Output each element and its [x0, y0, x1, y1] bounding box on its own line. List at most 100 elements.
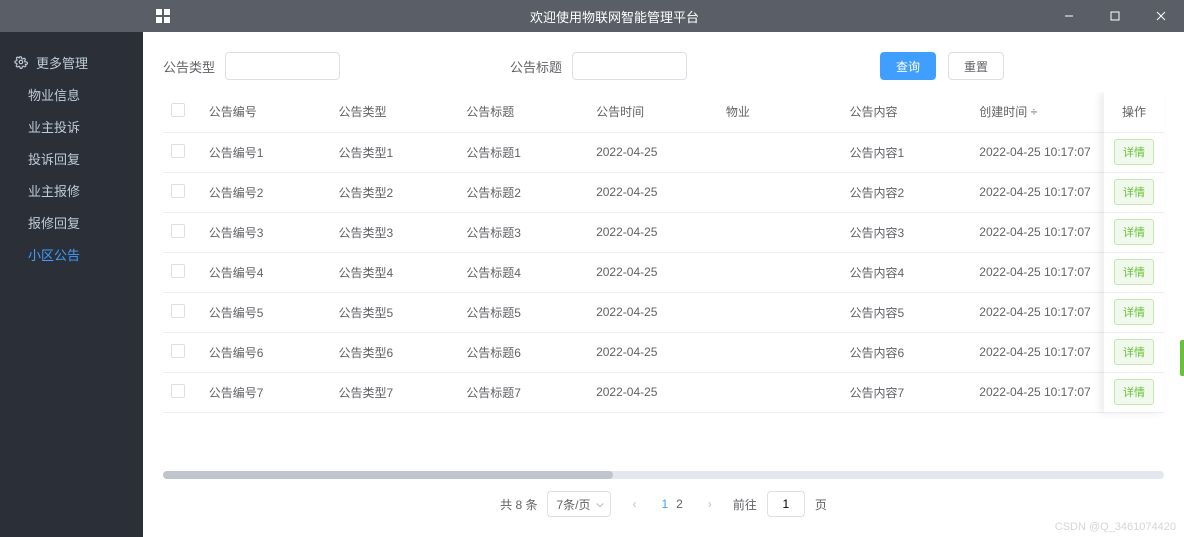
page-next[interactable]: ›: [697, 491, 723, 517]
maximize-button[interactable]: [1092, 0, 1138, 32]
page-size-select[interactable]: 7条/页: [547, 491, 611, 517]
goto-prefix: 前往: [733, 496, 757, 513]
row-checkbox[interactable]: [171, 264, 185, 278]
gear-icon: [14, 55, 28, 69]
cell-time: 2022-04-25: [588, 292, 718, 332]
cell-type: 公告类型3: [331, 212, 459, 252]
row-checkbox[interactable]: [171, 184, 185, 198]
sidebar-item[interactable]: 投诉回复: [0, 142, 143, 174]
filter-type-input[interactable]: [225, 52, 340, 80]
table-row: 公告编号3 公告类型3 公告标题3 2022-04-25 公告内容3 2022-…: [163, 212, 1164, 252]
cell-created: 2022-04-25 10:17:07: [971, 212, 1101, 252]
search-button[interactable]: 查询: [880, 52, 936, 80]
page-prev[interactable]: ‹: [621, 491, 647, 517]
cell-type: 公告类型7: [331, 372, 459, 412]
cell-type: 公告类型2: [331, 172, 459, 212]
cell-title: 公告标题1: [458, 132, 588, 172]
detail-button[interactable]: 详情: [1114, 299, 1154, 325]
scrollbar-thumb[interactable]: [163, 471, 613, 479]
col-header-content[interactable]: 公告内容: [841, 92, 971, 132]
cell-title: 公告标题5: [458, 292, 588, 332]
titlebar: 欢迎使用物联网智能管理平台: [0, 0, 1184, 32]
horizontal-scrollbar[interactable]: [163, 471, 1164, 479]
cell-title: 公告标题4: [458, 252, 588, 292]
cell-id: 公告编号5: [201, 292, 331, 332]
cell-id: 公告编号6: [201, 332, 331, 372]
cell-property: [718, 372, 842, 412]
cell-title: 公告标题3: [458, 212, 588, 252]
cell-property: [718, 172, 842, 212]
detail-button[interactable]: 详情: [1114, 179, 1154, 205]
cell-created: 2022-04-25 10:17:07: [971, 132, 1101, 172]
detail-button[interactable]: 详情: [1114, 259, 1154, 285]
detail-button[interactable]: 详情: [1114, 379, 1154, 405]
cell-property: [718, 212, 842, 252]
sidebar: 首页 更多管理 物业信息业主投诉投诉回复业主报修报修回复小区公告: [0, 32, 143, 537]
window-title: 欢迎使用物联网智能管理平台: [183, 7, 1046, 26]
cell-time: 2022-04-25: [588, 172, 718, 212]
table-row: 公告编号7 公告类型7 公告标题7 2022-04-25 公告内容7 2022-…: [163, 372, 1164, 412]
cell-content: 公告内容4: [841, 252, 971, 292]
nav-more-label: 更多管理: [36, 53, 88, 72]
chevron-down-icon: [596, 501, 604, 509]
detail-button[interactable]: 详情: [1114, 339, 1154, 365]
filter-title-input[interactable]: [572, 52, 687, 80]
side-indicator: [1180, 340, 1184, 376]
row-checkbox[interactable]: [171, 144, 185, 158]
sidebar-item[interactable]: 业主报修: [0, 174, 143, 206]
pagination: 共 8 条 7条/页 ‹ 12 › 前往 页: [143, 479, 1184, 537]
cell-created: 2022-04-25 10:17:07: [971, 252, 1101, 292]
col-header-property[interactable]: 物业: [718, 92, 842, 132]
cell-content: 公告内容6: [841, 332, 971, 372]
col-header-created[interactable]: 创建时间 ÷: [971, 92, 1101, 132]
cell-type: 公告类型1: [331, 132, 459, 172]
select-all-checkbox[interactable]: [171, 103, 185, 117]
sidebar-item[interactable]: 报修回复: [0, 206, 143, 238]
page-number[interactable]: 2: [672, 497, 687, 511]
apps-grid-icon[interactable]: [143, 9, 183, 23]
goto-page-input[interactable]: [767, 491, 805, 517]
filter-title-label: 公告标题: [510, 57, 562, 76]
cell-content: 公告内容2: [841, 172, 971, 212]
page-number[interactable]: 1: [657, 497, 672, 511]
cell-created: 2022-04-25 10:17:07: [971, 292, 1101, 332]
minimize-button[interactable]: [1046, 0, 1092, 32]
sidebar-item[interactable]: 物业信息: [0, 78, 143, 110]
detail-button[interactable]: 详情: [1114, 219, 1154, 245]
cell-title: 公告标题2: [458, 172, 588, 212]
close-button[interactable]: [1138, 0, 1184, 32]
cell-title: 公告标题7: [458, 372, 588, 412]
reset-button[interactable]: 重置: [948, 52, 1004, 80]
cell-type: 公告类型6: [331, 332, 459, 372]
cell-id: 公告编号4: [201, 252, 331, 292]
row-checkbox[interactable]: [171, 344, 185, 358]
cell-title: 公告标题6: [458, 332, 588, 372]
sidebar-item[interactable]: 小区公告: [0, 238, 143, 270]
detail-button[interactable]: 详情: [1114, 139, 1154, 165]
col-header-title[interactable]: 公告标题: [458, 92, 588, 132]
sidebar-item[interactable]: 业主投诉: [0, 110, 143, 142]
row-checkbox[interactable]: [171, 384, 185, 398]
nav-more[interactable]: 更多管理: [0, 46, 143, 78]
cell-property: [718, 332, 842, 372]
cell-created: 2022-04-25 10:17:07: [971, 332, 1101, 372]
cell-created: 2022-04-25 10:17:07: [971, 372, 1101, 412]
cell-property: [718, 252, 842, 292]
cell-property: [718, 132, 842, 172]
row-checkbox[interactable]: [171, 224, 185, 238]
col-header-id[interactable]: 公告编号: [201, 92, 331, 132]
col-header-action: 操作: [1104, 92, 1164, 132]
row-checkbox[interactable]: [171, 304, 185, 318]
cell-id: 公告编号2: [201, 172, 331, 212]
cell-time: 2022-04-25: [588, 372, 718, 412]
cell-type: 公告类型5: [331, 292, 459, 332]
cell-id: 公告编号1: [201, 132, 331, 172]
col-header-type[interactable]: 公告类型: [331, 92, 459, 132]
cell-time: 2022-04-25: [588, 332, 718, 372]
fixed-action-column: 操作 详情详情详情详情详情详情详情: [1104, 92, 1164, 413]
cell-type: 公告类型4: [331, 252, 459, 292]
filter-bar: 公告类型 公告标题 查询 重置: [143, 32, 1184, 92]
col-header-time[interactable]: 公告时间: [588, 92, 718, 132]
cell-content: 公告内容7: [841, 372, 971, 412]
table-row: 公告编号2 公告类型2 公告标题2 2022-04-25 公告内容2 2022-…: [163, 172, 1164, 212]
